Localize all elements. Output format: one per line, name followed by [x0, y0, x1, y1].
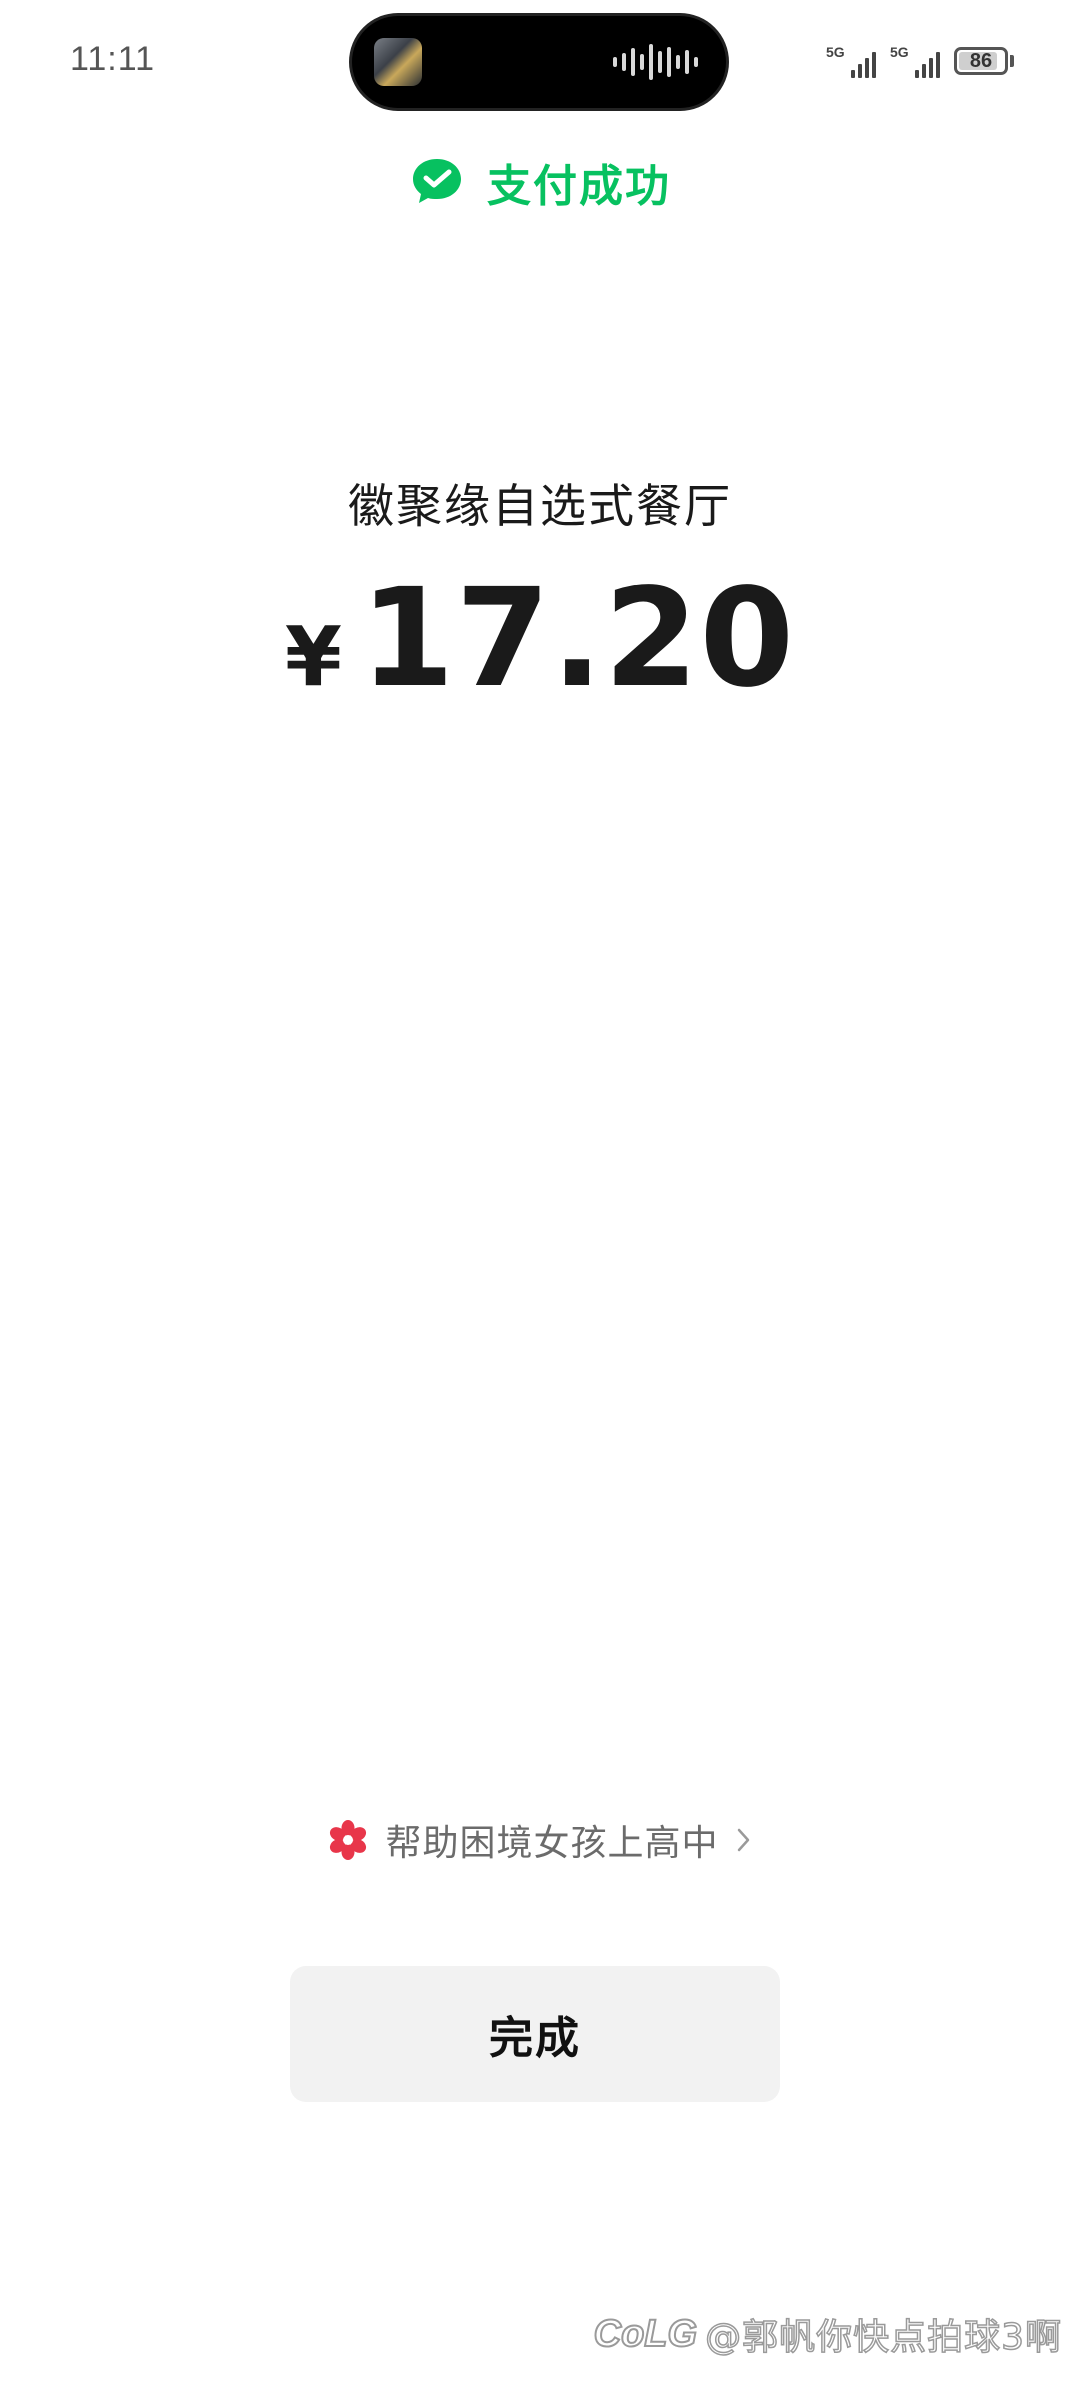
battery-cap — [1010, 55, 1014, 67]
payment-success-title: 支付成功 — [487, 161, 671, 212]
watermark-text: @郭帆你快点拍球3啊 — [704, 2316, 1062, 2359]
payment-success-header: 支付成功 — [0, 150, 1080, 214]
payment-amount: ¥ 17.20 — [0, 560, 1080, 718]
battery-icon: 86 — [954, 47, 1008, 75]
merchant-name: 徽聚缘自选式餐厅 — [348, 479, 732, 533]
charity-link[interactable]: 帮助困境女孩上高中 — [0, 1814, 1080, 1866]
media-thumbnail — [374, 38, 422, 86]
watermark: CoLG @郭帆你快点拍球3啊 — [593, 2308, 1062, 2360]
charity-label: 帮助困境女孩上高中 — [385, 1823, 719, 1864]
cellular-signal-icon: 5G — [890, 44, 940, 78]
dynamic-island[interactable] — [352, 16, 726, 108]
done-button[interactable]: 完成 — [290, 1966, 780, 2102]
status-indicators: 5G 5G 86 — [826, 44, 1014, 78]
network-type-label: 5G — [890, 44, 909, 60]
network-type-label: 5G — [826, 44, 845, 60]
currency-symbol: ¥ — [284, 610, 342, 705]
watermark-logo: CoLG — [593, 2312, 698, 2356]
status-bar: 11:11 5G 5G 86 — [0, 0, 1080, 120]
chevron-right-icon — [737, 1828, 749, 1852]
cellular-signal-icon: 5G — [826, 44, 876, 78]
done-button-label: 完成 — [489, 2013, 581, 2064]
status-time: 11:11 — [70, 40, 156, 78]
wechat-pay-icon — [413, 159, 461, 203]
battery-level: 86 — [969, 49, 993, 72]
audio-waveform-icon — [613, 42, 698, 82]
amount-value: 17.20 — [359, 560, 796, 718]
flower-icon — [330, 1820, 367, 1860]
